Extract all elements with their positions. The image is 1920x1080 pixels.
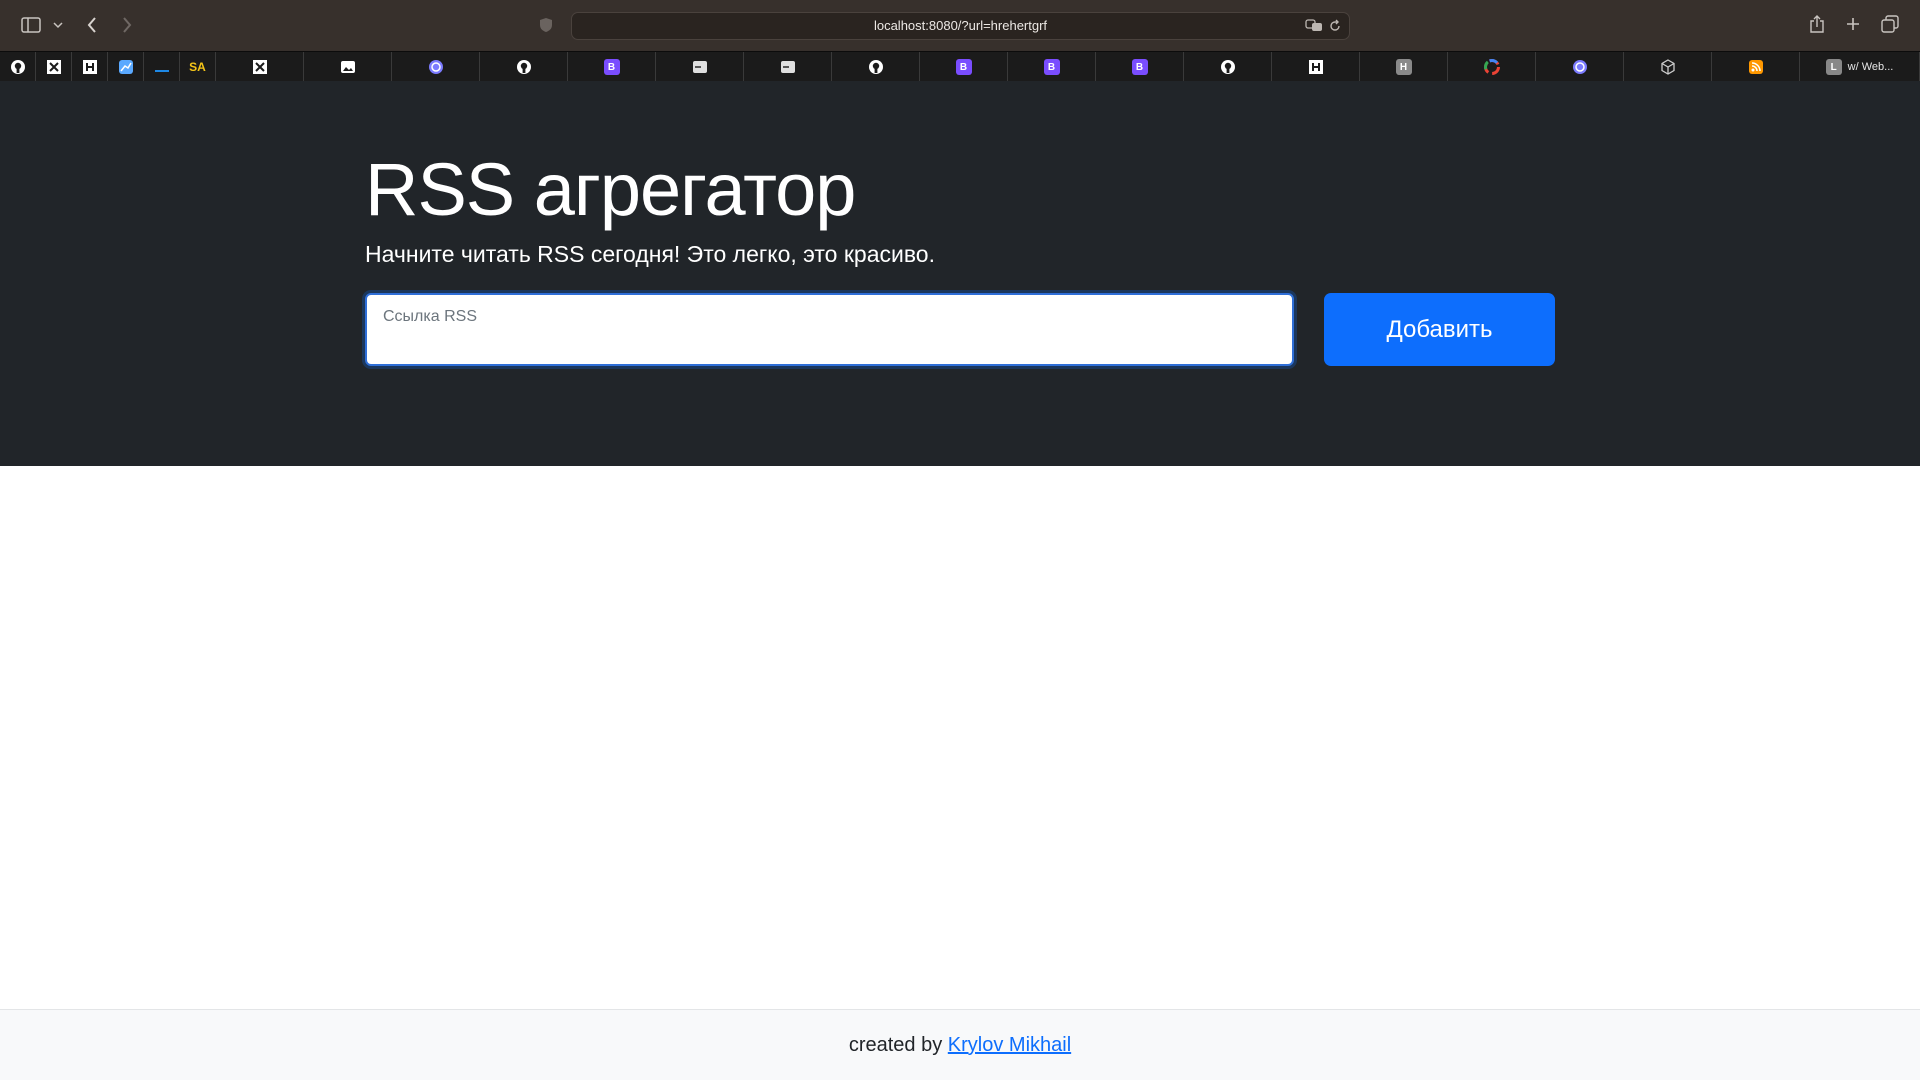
- rss-input-placeholder: Ссылка RSS: [383, 308, 477, 325]
- author-link[interactable]: Krylov Mikhail: [948, 1034, 1071, 1056]
- browser-tab[interactable]: [832, 52, 920, 82]
- tab-overview-icon[interactable]: [1880, 14, 1900, 34]
- share-icon[interactable]: [1808, 13, 1826, 35]
- browser-tab[interactable]: [216, 52, 304, 82]
- rss-icon: [1748, 59, 1764, 75]
- x-icon: [252, 59, 268, 75]
- browser-tab[interactable]: [1448, 52, 1536, 82]
- browser-tab[interactable]: H: [1360, 52, 1448, 82]
- page-lead: Начните читать RSS сегодня! Это легко, э…: [365, 241, 935, 267]
- browser-tab[interactable]: [1624, 52, 1712, 82]
- browser-tab[interactable]: [744, 52, 832, 82]
- circle-icon: [1572, 59, 1588, 75]
- rss-url-input[interactable]: Ссылка RSS: [365, 293, 1294, 366]
- address-bar[interactable]: localhost:8080/?url=hrehertgrf: [571, 12, 1350, 40]
- browser-tab[interactable]: B: [1008, 52, 1096, 82]
- x-icon: [46, 59, 62, 75]
- l-icon: L: [1825, 59, 1842, 75]
- h-icon: [1308, 59, 1324, 75]
- browser-tab[interactable]: [144, 52, 180, 82]
- b-icon: B: [955, 59, 972, 75]
- browser-tab[interactable]: [108, 52, 144, 82]
- back-icon[interactable]: [83, 14, 101, 36]
- browser-tab[interactable]: [1272, 52, 1360, 82]
- tab-label: w/ Web...: [1847, 61, 1894, 73]
- translate-icon[interactable]: [1305, 18, 1323, 35]
- browser-tab[interactable]: [304, 52, 392, 82]
- new-tab-icon[interactable]: [1844, 15, 1862, 33]
- cube-icon: [1660, 59, 1676, 75]
- add-button[interactable]: Добавить: [1324, 293, 1555, 366]
- chart-icon: [118, 59, 134, 75]
- sa-icon: SA: [189, 60, 206, 74]
- url-text: localhost:8080/?url=hrehertgrf: [873, 18, 1048, 33]
- browser-toolbar: localhost:8080/?url=hrehertgrf: [0, 0, 1920, 51]
- picture-icon: [340, 59, 356, 75]
- browser-tab[interactable]: [1184, 52, 1272, 82]
- b-icon: B: [1043, 59, 1060, 75]
- dash-icon: [154, 59, 170, 75]
- browser-tab[interactable]: Lw/ Web...: [1800, 52, 1920, 82]
- chevron-down-icon[interactable]: [52, 17, 64, 33]
- card-icon: [780, 59, 796, 75]
- b-icon: B: [1131, 59, 1148, 75]
- browser-tab[interactable]: [0, 52, 36, 82]
- browser-tab[interactable]: SA: [180, 52, 216, 82]
- footer-credit: created by Krylov Mikhail: [0, 1034, 1920, 1057]
- github-icon: [10, 59, 26, 75]
- reload-icon[interactable]: [1329, 19, 1341, 36]
- browser-tab[interactable]: B: [568, 52, 656, 82]
- footer-prefix: created by: [848, 1034, 943, 1056]
- browser-tab[interactable]: [392, 52, 480, 82]
- circle-icon: [428, 59, 444, 75]
- browser-tab[interactable]: [36, 52, 72, 82]
- hero-section: RSS агрегатор Начните читать RSS сегодня…: [0, 81, 1920, 466]
- google-icon: [1483, 59, 1500, 75]
- browser-tab[interactable]: [1712, 52, 1800, 82]
- github-icon: [868, 59, 884, 75]
- browser-tab[interactable]: [480, 52, 568, 82]
- h-icon: [82, 59, 98, 75]
- h-gray-icon: H: [1395, 59, 1412, 75]
- browser-tab[interactable]: [72, 52, 108, 82]
- github-icon: [1220, 59, 1236, 75]
- card-icon: [692, 59, 708, 75]
- forward-icon[interactable]: [118, 14, 136, 36]
- browser-tab[interactable]: [656, 52, 744, 82]
- browser-tab[interactable]: [1536, 52, 1624, 82]
- tab-bar: SA B B B B H Lw/ Web...: [0, 51, 1920, 82]
- browser-tab[interactable]: B: [920, 52, 1008, 82]
- github-icon: [516, 59, 532, 75]
- b-icon: B: [603, 59, 620, 75]
- shield-icon[interactable]: [538, 15, 554, 35]
- sidebar-toggle-icon[interactable]: [20, 15, 42, 35]
- browser-tab[interactable]: B: [1096, 52, 1184, 82]
- page-title: RSS агрегатор: [365, 148, 856, 231]
- footer: created by Krylov Mikhail: [0, 1009, 1920, 1080]
